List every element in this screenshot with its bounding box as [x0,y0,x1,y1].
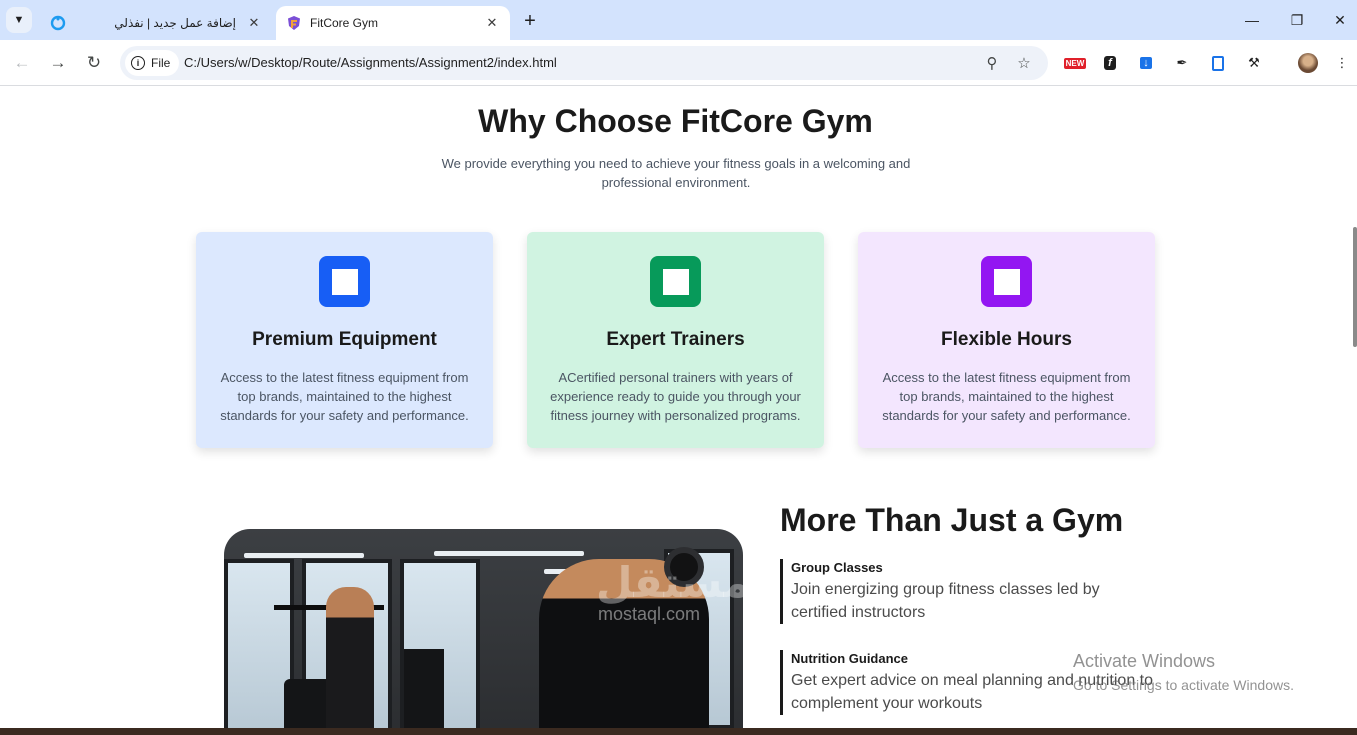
feature-title: Group Classes [791,560,883,575]
tab-fitcore[interactable]: FitCore Gym ✕ [276,6,510,40]
browser-toolbar: ← → ↻ i File C:/Users/w/Desktop/Route/As… [0,40,1357,86]
back-button[interactable]: ← [8,49,36,77]
card-text: Access to the latest fitness equipment f… [882,370,1131,423]
clipboard-extension-icon[interactable] [1207,52,1229,74]
zoom-icon[interactable]: ⚲ [982,53,1002,73]
reload-button[interactable]: ↻ [80,49,108,77]
card-title: Flexible Hours [941,329,1072,350]
fitcore-shield-icon [286,15,302,31]
windows-taskbar [0,728,1357,735]
square-icon [981,256,1032,307]
card-title: Premium Equipment [252,329,437,350]
menu-kebab-icon[interactable]: ⋮ [1331,52,1353,74]
why-section-title: Why Choose FitCore Gym [478,103,873,139]
activate-windows-title: Activate Windows [1073,651,1216,671]
why-section-subtitle: We provide everything you need to achiev… [441,156,911,190]
square-icon [319,256,370,307]
tab-title: إضافة عمل جديد | نفذلي [114,16,236,30]
new-tab-button[interactable]: + [518,9,542,33]
feature-card-expert-trainers: Expert Trainers ACertified personal trai… [527,232,824,448]
bookmark-star-icon[interactable]: ☆ [1014,53,1034,73]
forward-button[interactable]: → [44,49,72,77]
nafzly-icon [50,15,66,31]
tab-strip: ▼ إضافة عمل جديد | نفذلي ✕ FitCore Gym ✕… [0,0,1357,40]
card-text: Access to the latest fitness equipment f… [220,370,469,423]
reload-icon: ↻ [86,53,102,72]
extensions-puzzle-icon[interactable]: ⚒ [1243,52,1265,74]
address-bar[interactable]: i File C:/Users/w/Desktop/Route/Assignme… [120,46,1048,80]
download-icon[interactable]: ↓ [1135,52,1157,74]
tab-title: FitCore Gym [310,16,379,30]
card-text: ACertified personal trainers with years … [550,370,801,423]
restore-icon: ❐ [1290,11,1304,28]
more-section-title: More Than Just a Gym [780,502,1124,538]
feature-card-flexible-hours: Flexible Hours Access to the latest fitn… [858,232,1155,448]
close-icon: ✕ [1334,11,1346,28]
info-icon: i [131,56,145,70]
plus-icon: + [524,9,536,32]
feature-card-premium-equipment: Premium Equipment Access to the latest f… [196,232,493,448]
new-extension-icon[interactable]: NEW [1062,52,1088,74]
mostaql-watermark: مستقل [596,559,750,606]
avatar[interactable] [1297,52,1319,74]
url-text[interactable]: C:/Users/w/Desktop/Route/Assignments/Ass… [184,55,557,70]
card-title: Expert Trainers [606,329,745,350]
square-icon [650,256,701,307]
minimize-icon: — [1245,12,1259,28]
scheme-label: File [151,56,171,70]
restore-button[interactable]: ❐ [1274,0,1320,40]
new-badge: NEW [1063,57,1087,69]
activate-windows-subtitle: Go to Settings to activate Windows. [1073,677,1294,693]
site-info-chip[interactable]: i File [125,50,180,76]
chevron-down-icon: ▼ [13,14,25,26]
close-icon[interactable]: ✕ [244,13,264,33]
arrow-right-icon: → [49,53,67,72]
close-window-button[interactable]: ✕ [1317,0,1357,40]
feature-description: Join energizing group fitness classes le… [791,581,1100,621]
tab-nafzly[interactable]: إضافة عمل جديد | نفذلي ✕ [40,6,272,40]
arrow-left-icon: ← [13,53,31,72]
feature-group-classes: Group Classes Join energizing group fitn… [780,559,1160,624]
font-extension-icon[interactable]: f [1099,52,1121,74]
mostaql-watermark-url: mostaql.com [598,604,701,624]
scrollbar-thumb[interactable] [1353,227,1357,347]
eyedropper-icon[interactable]: ✒ [1171,52,1193,74]
page-scrollbar[interactable] [1351,87,1357,728]
close-icon[interactable]: ✕ [482,13,502,33]
minimize-button[interactable]: — [1229,0,1275,40]
tab-search-button[interactable]: ▼ [6,7,32,33]
page-viewport: Why Choose FitCore Gym We provide everyt… [0,87,1357,728]
